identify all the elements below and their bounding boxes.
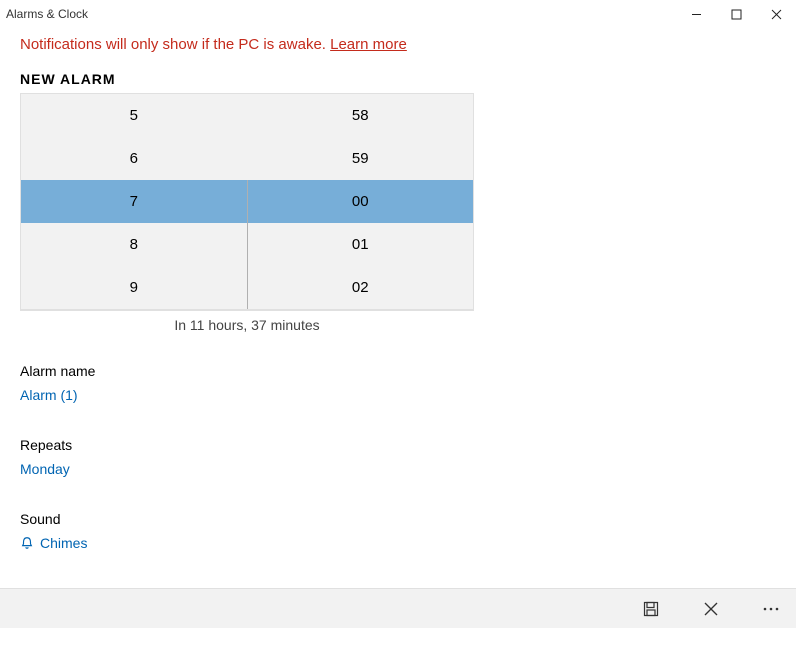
hour-cell[interactable]: 8 <box>21 223 248 266</box>
window-controls <box>676 0 796 28</box>
time-picker-row[interactable]: 5 58 <box>21 94 473 137</box>
hour-cell[interactable]: 6 <box>21 137 248 180</box>
sound-value[interactable]: Chimes <box>20 535 87 551</box>
new-alarm-heading: NEW ALARM <box>20 63 776 93</box>
hour-cell[interactable]: 5 <box>21 94 248 137</box>
titlebar: Alarms & Clock <box>0 0 796 28</box>
time-picker-row-selected[interactable]: 7 00 <box>21 180 473 223</box>
minute-cell[interactable]: 58 <box>248 94 474 137</box>
alarm-name-value[interactable]: Alarm (1) <box>20 387 78 403</box>
notification-text: Notifications will only show if the PC i… <box>20 36 330 53</box>
cancel-button[interactable] <box>696 594 726 624</box>
sound-value-text: Chimes <box>40 535 87 551</box>
minimize-button[interactable] <box>676 0 716 28</box>
bottom-bar <box>0 588 796 628</box>
minute-cell[interactable]: 59 <box>248 137 474 180</box>
countdown-text: In 11 hours, 37 minutes <box>20 311 474 351</box>
time-picker-row[interactable]: 6 59 <box>21 137 473 180</box>
time-picker[interactable]: 5 58 6 59 7 00 8 01 9 02 <box>20 93 474 311</box>
time-picker-row[interactable]: 8 01 <box>21 223 473 266</box>
content-area: Notifications will only show if the PC i… <box>0 28 796 647</box>
minute-cell[interactable]: 01 <box>248 223 474 266</box>
repeats-label: Repeats <box>20 437 776 453</box>
sound-label: Sound <box>20 511 776 527</box>
minute-cell[interactable]: 02 <box>248 266 474 309</box>
close-button[interactable] <box>756 0 796 28</box>
maximize-button[interactable] <box>716 0 756 28</box>
learn-more-link[interactable]: Learn more <box>330 36 407 53</box>
save-button[interactable] <box>636 594 666 624</box>
time-picker-row[interactable]: 9 02 <box>21 266 473 309</box>
bell-icon <box>20 536 34 550</box>
more-button[interactable] <box>756 594 786 624</box>
hour-cell[interactable]: 7 <box>21 180 248 223</box>
window-title: Alarms & Clock <box>6 7 88 21</box>
hour-cell[interactable]: 9 <box>21 266 248 309</box>
notification-banner: Notifications will only show if the PC i… <box>20 28 776 63</box>
minute-cell[interactable]: 00 <box>248 180 474 223</box>
alarm-name-label: Alarm name <box>20 363 776 379</box>
repeats-value[interactable]: Monday <box>20 461 70 477</box>
